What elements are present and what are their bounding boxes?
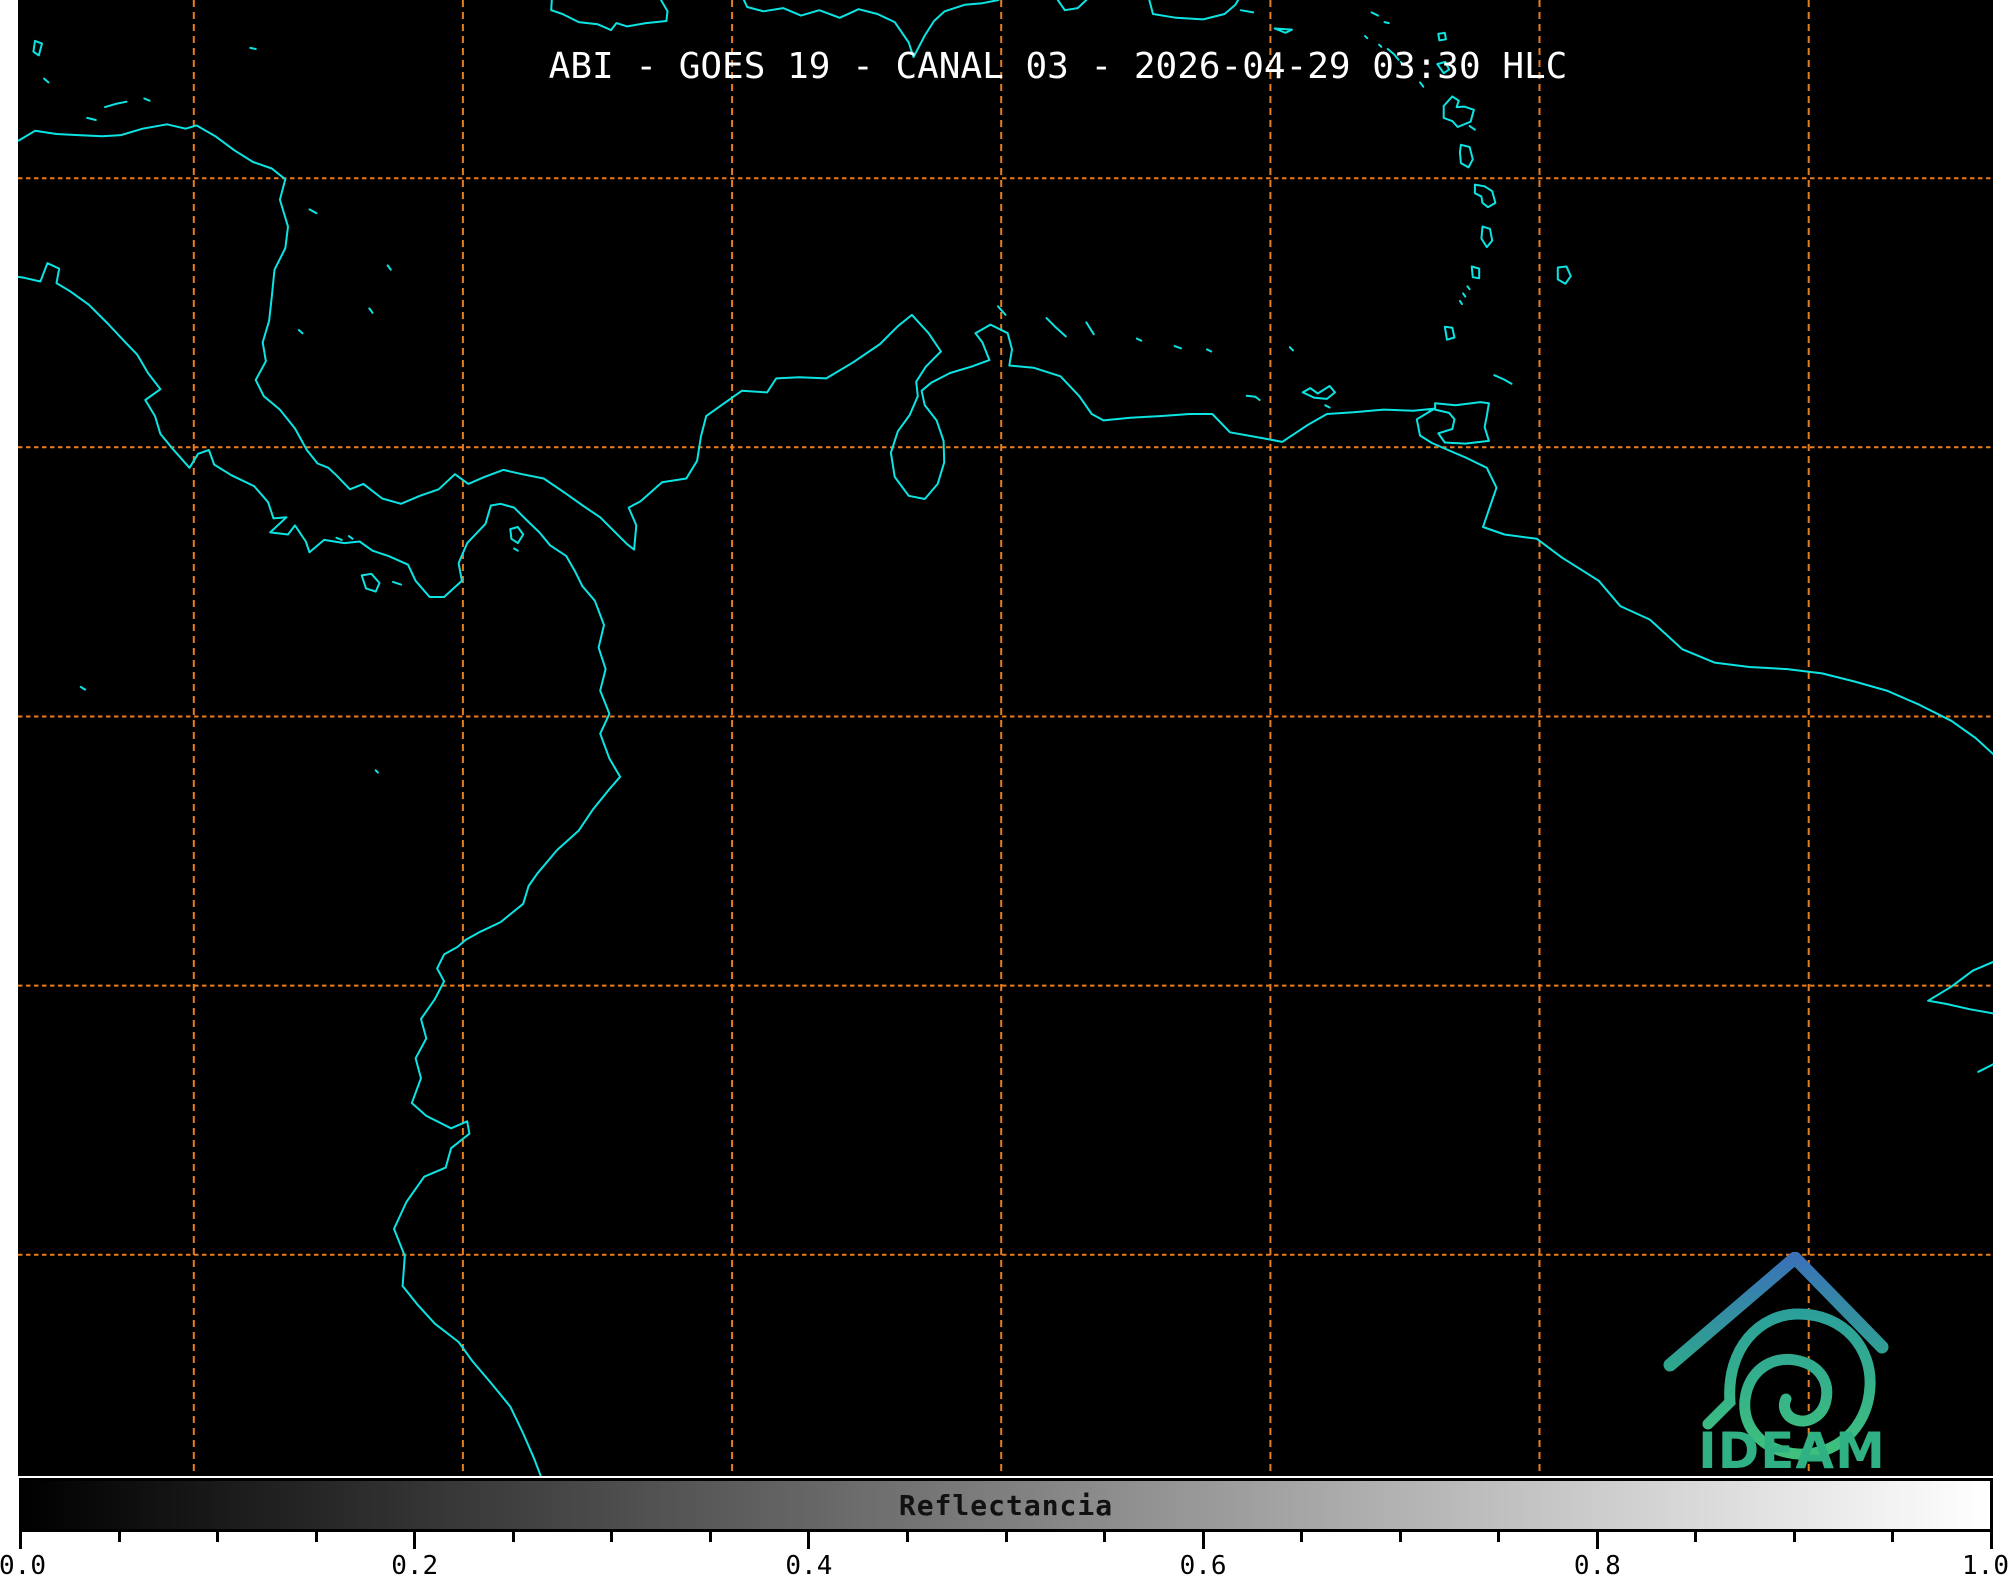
logo-mountain-icon [1663,1251,1889,1372]
colorbar-tick [1595,1532,1599,1549]
colorbar-tick [1004,1532,1008,1542]
colorbar-tick [1398,1532,1402,1542]
logo-wordmark: IDEAM [1698,1422,1886,1477]
colorbar-tick [413,1532,417,1549]
reflectance-colorbar: Reflectancia [19,1478,1993,1532]
colorbar-tick [1103,1532,1107,1542]
coastline-swan-islands [249,46,257,50]
colorbar-tick [314,1532,318,1542]
colorbar-tick [1694,1532,1698,1542]
colorbar-label: Reflectancia [898,1488,1114,1522]
satellite-image-figure: ABI - GOES 19 - CANAL 03 - 2026-04-29 03… [0,0,2011,1577]
coastline-belize-coast [4,0,9,81]
colorbar-tick [117,1532,121,1542]
image-title: ABI - GOES 19 - CANAL 03 - 2026-04-29 03… [548,46,1568,87]
ideam-logo: IDEAM [1656,1251,1896,1480]
colorbar-tick [19,1532,22,1549]
colorbar-tick-label: 0.6 [1179,1551,1227,1577]
coastline-st-barthelemy [1383,21,1390,25]
colorbar-tick [708,1532,712,1542]
colorbar-tick [906,1532,909,1542]
colorbar-tick [807,1532,811,1549]
colorbar-tick-label: 0.2 [391,1551,439,1577]
colorbar-tick-label: 0.8 [1573,1551,1621,1577]
colorbar-tick-label: 1.0 [1962,1551,2009,1577]
colorbar-tick [511,1532,515,1542]
colorbar-tick [1300,1532,1304,1542]
colorbar-tick [1891,1532,1895,1542]
colorbar-tick [1201,1532,1205,1549]
colorbar-tick [1497,1532,1501,1542]
colorbar-tick-label: 0.0 [0,1551,46,1577]
colorbar-tick [1990,1532,1993,1549]
colorbar-tick-label: 0.4 [785,1551,833,1577]
colorbar-tick [216,1532,220,1542]
colorbar-tick [1792,1532,1796,1542]
colorbar-tick [610,1532,614,1542]
